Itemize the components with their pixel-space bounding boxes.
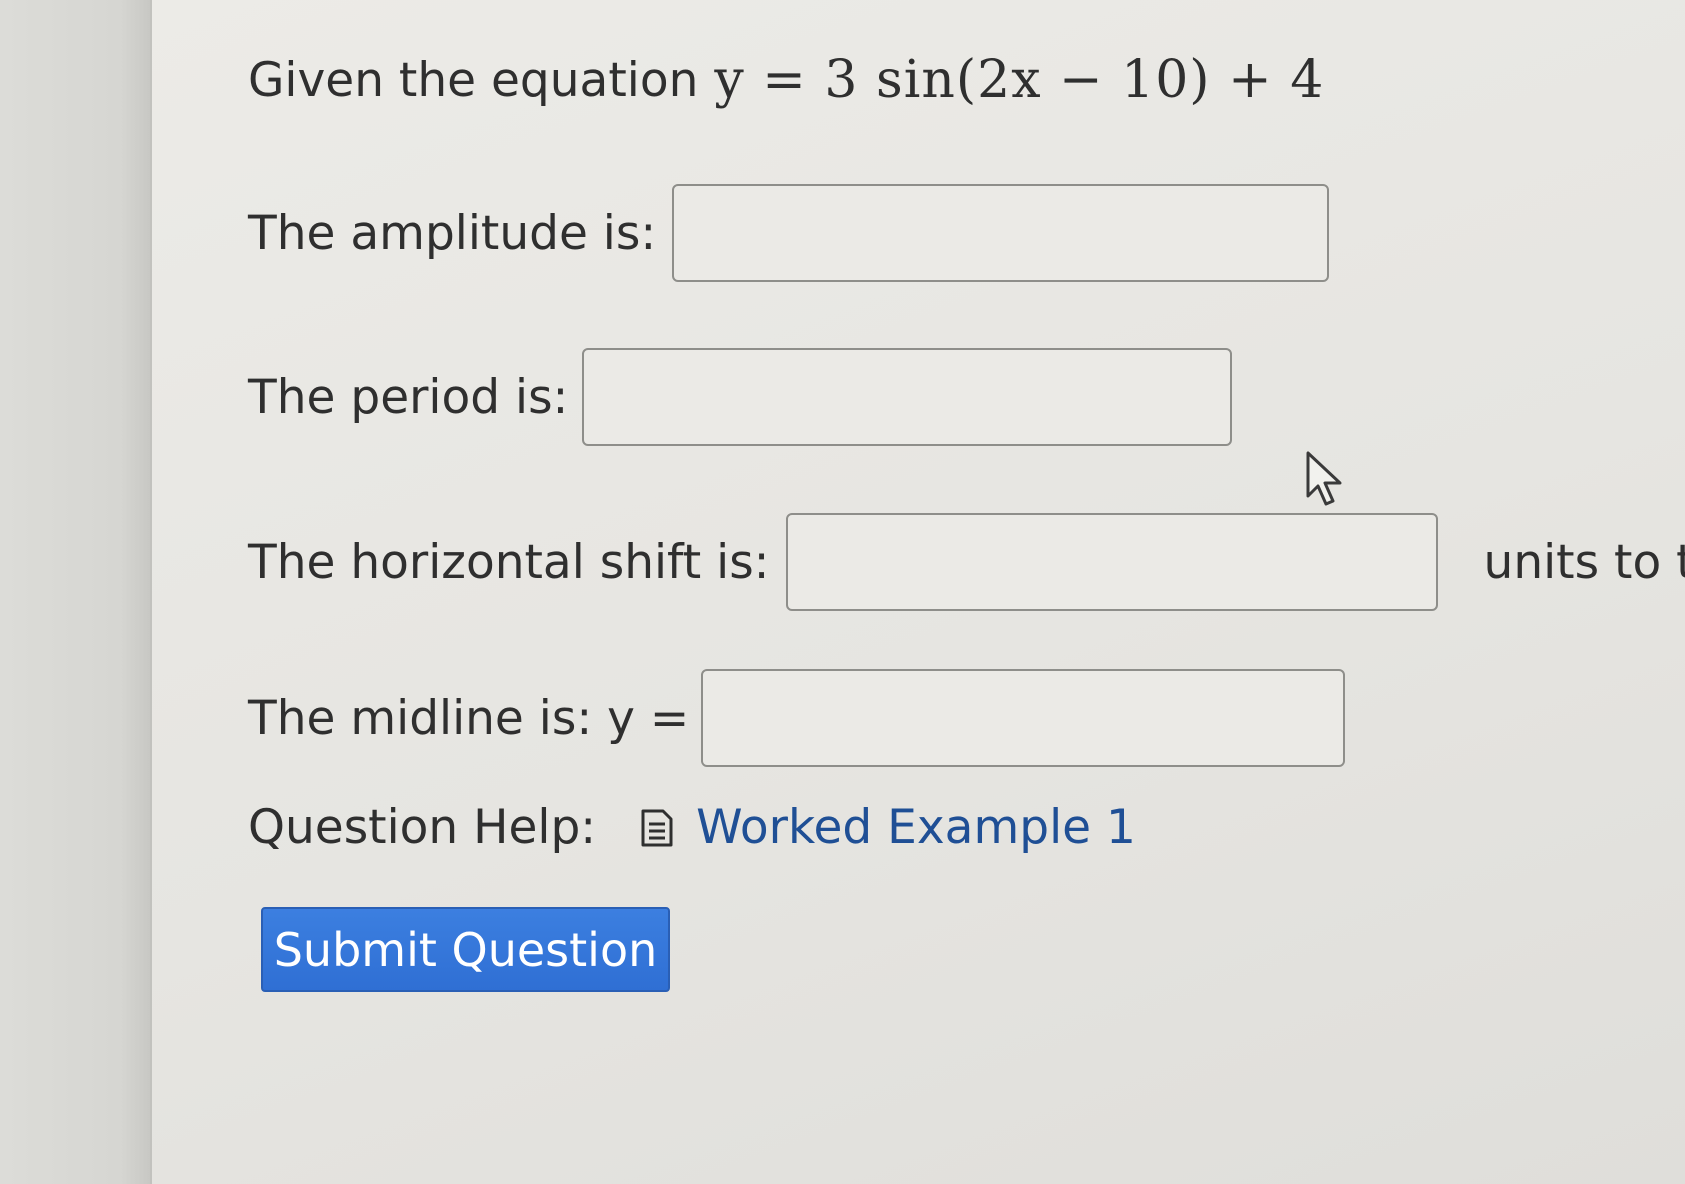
amplitude-row: The amplitude is: (248, 184, 1330, 282)
horizontal-shift-input[interactable] (785, 513, 1438, 611)
period-row: The period is: (248, 348, 1233, 446)
horizontal-shift-suffix: units to the (1483, 534, 1685, 590)
mouse-cursor-icon (1306, 451, 1342, 506)
horizontal-shift-row: The horizontal shift is: units to the (248, 513, 1685, 611)
period-input[interactable] (582, 348, 1233, 446)
document-icon (641, 809, 673, 846)
left-margin (0, 0, 152, 1184)
midline-label: The midline is: y = (248, 690, 690, 746)
amplitude-input[interactable] (672, 184, 1330, 282)
question-help: Question Help: Worked Example 1 (248, 800, 1136, 855)
midline-row: The midline is: y = (248, 669, 1346, 767)
horizontal-shift-label: The horizontal shift is: (248, 534, 770, 590)
question-prefix: Given the equation (248, 52, 699, 108)
worked-example-link[interactable]: Worked Example 1 (640, 800, 1136, 855)
question-help-label: Question Help: (248, 800, 597, 855)
equation: y = 3 sin(2x − 10) + 4 (714, 50, 1325, 110)
amplitude-label: The amplitude is: (248, 205, 657, 261)
period-label: The period is: (248, 369, 569, 425)
midline-input[interactable] (701, 669, 1346, 767)
submit-question-button[interactable]: Submit Question (261, 907, 670, 992)
question-statement: Given the equation y = 3 sin(2x − 10) + … (248, 50, 1324, 110)
worked-example-label: Worked Example 1 (696, 800, 1136, 855)
